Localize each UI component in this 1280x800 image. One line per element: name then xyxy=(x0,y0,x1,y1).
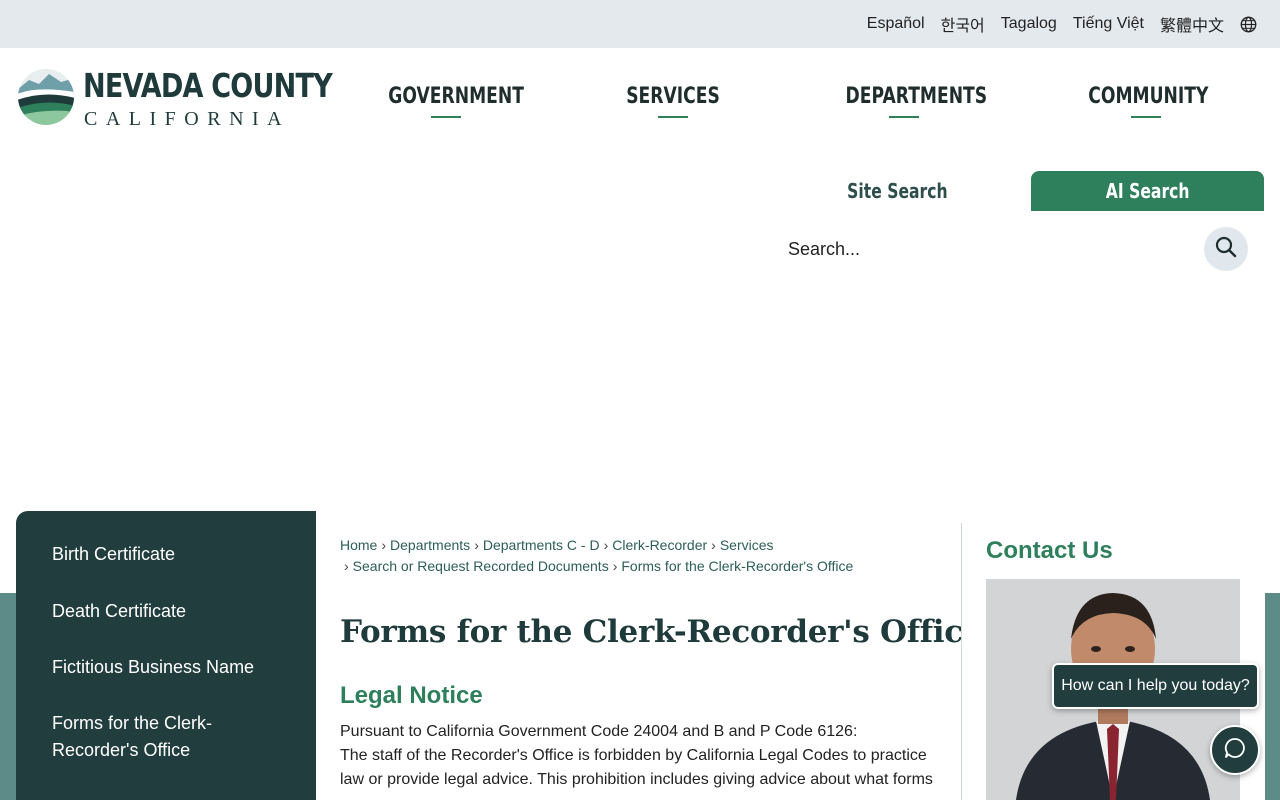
nav-government-underline xyxy=(431,116,461,118)
breadcrumb-services[interactable]: Services xyxy=(720,537,774,553)
site-search-tab[interactable]: Site Search xyxy=(805,171,990,211)
nav-departments[interactable]: DEPARTMENTS xyxy=(846,84,988,109)
nav-community[interactable]: COMMUNITY xyxy=(1088,84,1208,109)
main-navigation: GOVERNMENT SERVICES DEPARTMENTS COMMUNIT… xyxy=(0,84,1280,124)
chat-icon xyxy=(1223,736,1247,765)
sidebar-item-birth-certificate[interactable]: Birth Certificate xyxy=(52,541,282,568)
breadcrumb-separator: › xyxy=(711,537,716,553)
nav-services-underline xyxy=(658,116,688,118)
globe-icon[interactable] xyxy=(1240,16,1257,33)
nav-government[interactable]: GOVERNMENT xyxy=(388,84,524,109)
breadcrumb-separator: › xyxy=(381,537,387,553)
page-title: Forms for the Clerk-Recorder's Office xyxy=(340,614,983,650)
language-vietnamese[interactable]: Tiếng Việt xyxy=(1073,15,1144,33)
breadcrumb-home[interactable]: Home xyxy=(340,537,377,553)
breadcrumb-search-request[interactable]: Search or Request Recorded Documents xyxy=(353,558,609,574)
legal-notice-heading: Legal Notice xyxy=(340,682,483,709)
search-button[interactable] xyxy=(1204,227,1248,271)
language-chinese[interactable]: 繁體中文 xyxy=(1160,12,1224,36)
site-search-tab-label: Site Search xyxy=(847,179,948,203)
sidebar-item-death-certificate[interactable]: Death Certificate xyxy=(52,598,282,625)
breadcrumb-separator: › xyxy=(344,558,349,574)
legal-notice-line: The staff of the Recorder's Office is fo… xyxy=(340,747,933,788)
sidebar-item-forms[interactable]: Forms for the Clerk-Recorder's Office xyxy=(52,710,242,764)
nav-departments-underline xyxy=(889,116,919,118)
nav-services[interactable]: SERVICES xyxy=(626,84,720,109)
breadcrumb-departments-c-d[interactable]: Departments C - D xyxy=(483,537,600,553)
breadcrumb-separator: › xyxy=(603,537,609,553)
chat-prompt-bubble[interactable]: How can I help you today? xyxy=(1052,663,1259,709)
ai-search-tab[interactable]: AI Search xyxy=(1031,171,1264,211)
language-spanish[interactable]: Español xyxy=(867,15,925,33)
chat-button[interactable] xyxy=(1210,725,1260,775)
nav-community-underline xyxy=(1131,116,1161,118)
breadcrumb-departments[interactable]: Departments xyxy=(390,537,470,553)
search-input[interactable] xyxy=(780,231,1196,267)
legal-notice-line: Pursuant to California Government Code 2… xyxy=(340,723,858,740)
language-list: Español 한국어 Tagalog Tiếng Việt 繁體中文 xyxy=(867,0,1257,48)
breadcrumb-clerk-recorder[interactable]: Clerk-Recorder xyxy=(612,537,707,553)
language-korean[interactable]: 한국어 xyxy=(941,12,985,36)
sidebar-nav: Birth Certificate Death Certificate Fict… xyxy=(16,511,316,800)
breadcrumb-current[interactable]: Forms for the Clerk-Recorder's Office xyxy=(621,558,853,574)
breadcrumb-separator: › xyxy=(474,537,479,553)
legal-notice-text: Pursuant to California Government Code 2… xyxy=(340,720,940,792)
search-icon xyxy=(1215,236,1237,263)
breadcrumb: Home › Departments › Departments C - D › Clerk… xyxy=(340,535,940,577)
contact-us-heading: Contact Us xyxy=(986,537,1113,564)
language-bar: Español 한국어 Tagalog Tiếng Việt 繁體中文 xyxy=(0,0,1280,48)
language-tagalog[interactable]: Tagalog xyxy=(1001,15,1057,33)
breadcrumb-separator: › xyxy=(612,558,618,574)
sidebar-item-fictitious-business-name[interactable]: Fictitious Business Name xyxy=(52,654,282,681)
ai-search-tab-label: AI Search xyxy=(1105,179,1190,203)
